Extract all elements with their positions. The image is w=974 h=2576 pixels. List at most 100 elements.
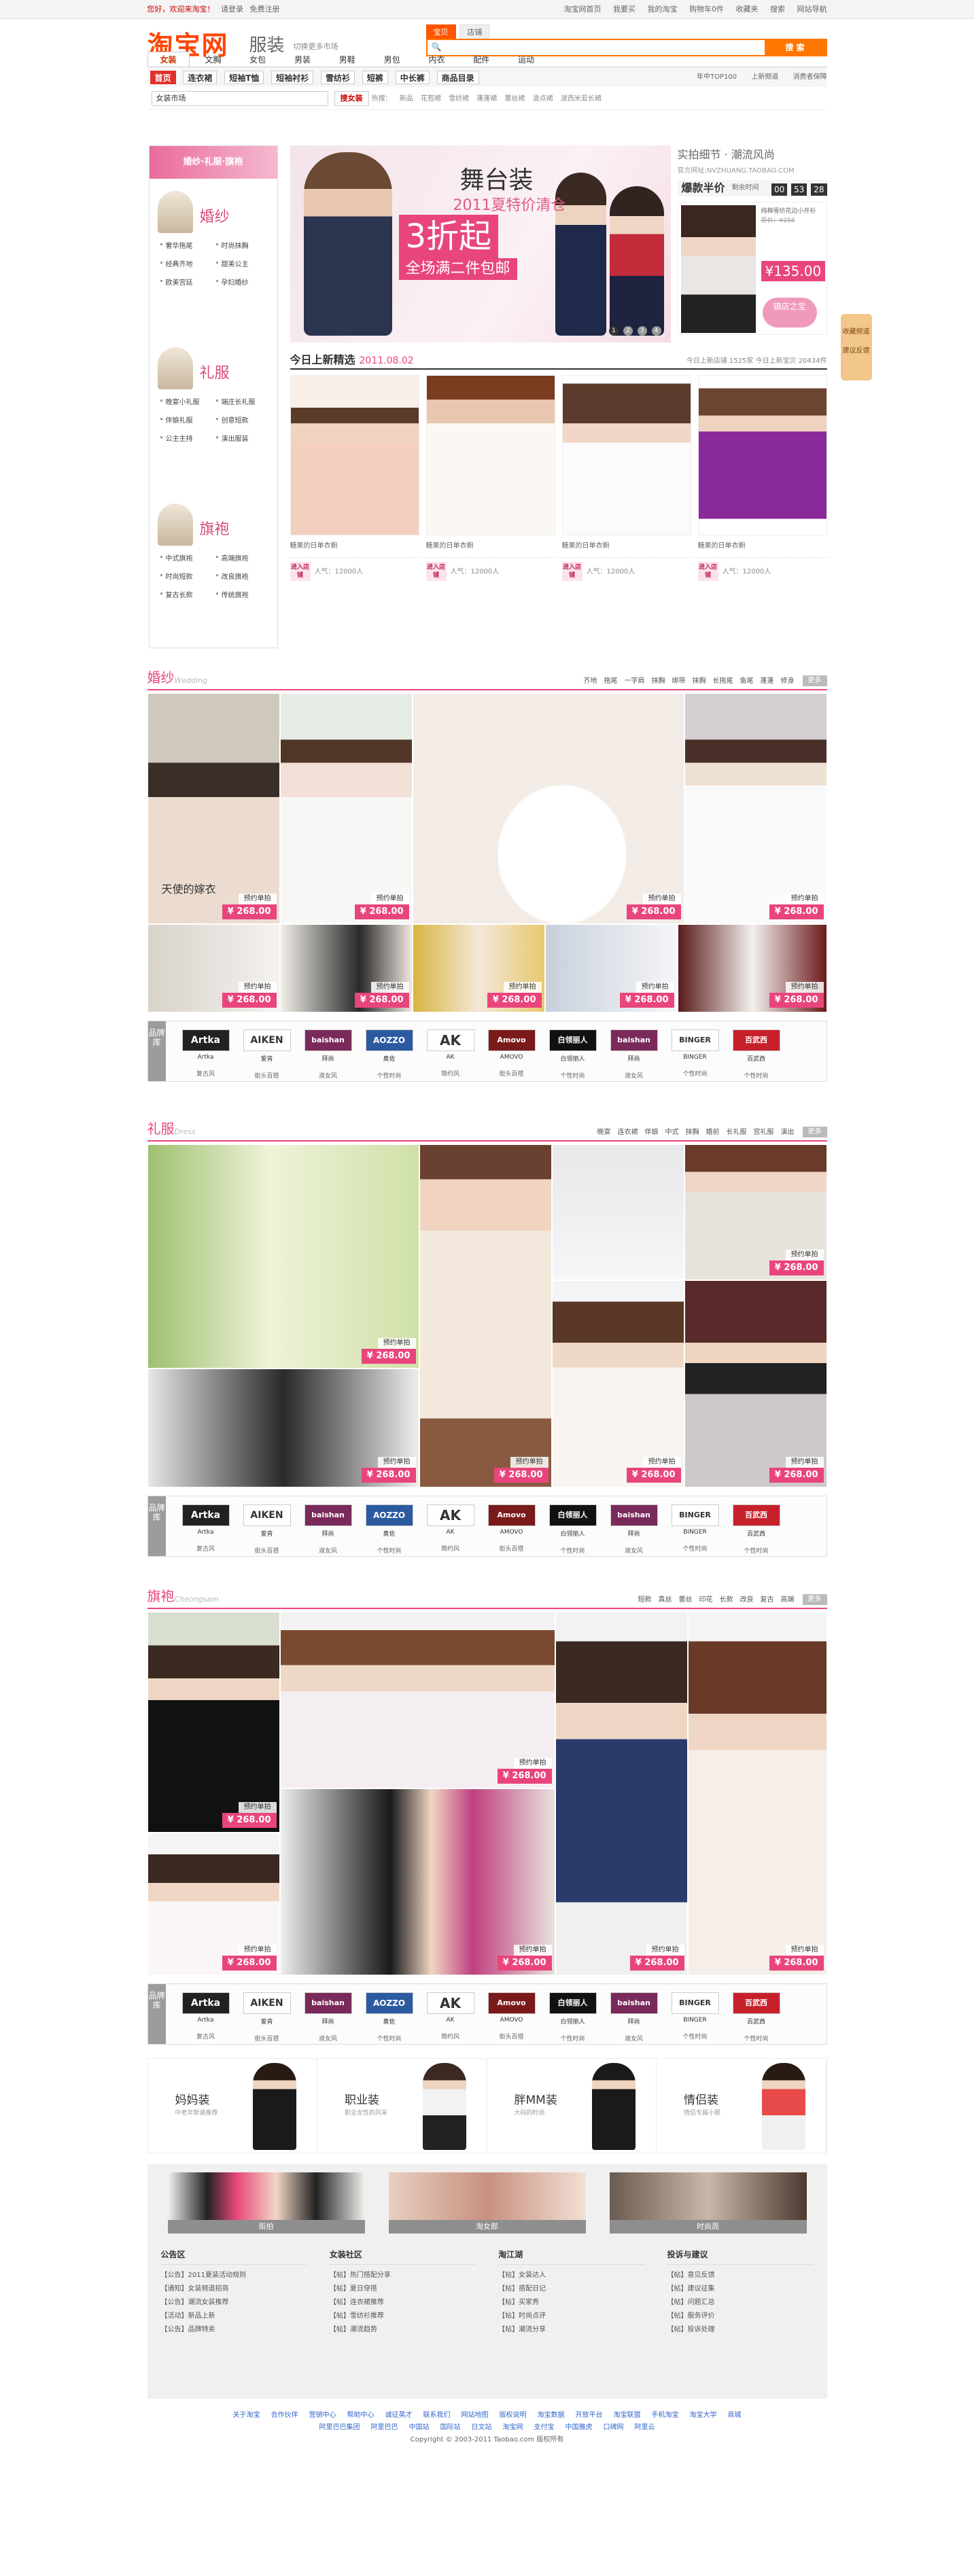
cat-shirt[interactable]: 短袖衬衫 bbox=[271, 71, 314, 84]
section-link[interactable]: 绑带 bbox=[672, 677, 686, 685]
sidebar-link[interactable]: 时尚短款 bbox=[160, 571, 216, 581]
footer-link[interactable]: 淘宝联盟 bbox=[614, 2412, 641, 2419]
section-link[interactable]: 拖尾 bbox=[604, 677, 618, 685]
banner-page[interactable]: 3 bbox=[637, 326, 647, 336]
sidebar-link[interactable]: 公主主持 bbox=[160, 433, 216, 443]
featured-item[interactable]: 纯棉雪纺花边小开衫 原价：¥258 ¥135.00 镇店之宝 bbox=[677, 202, 827, 335]
section-link[interactable]: 改良 bbox=[740, 1596, 754, 1604]
product-tile[interactable]: 预约单拍 ¥ 268.00 bbox=[555, 1612, 688, 1975]
hot-item[interactable]: 波点裙 bbox=[533, 95, 553, 103]
subnav-men[interactable]: 男装 bbox=[281, 52, 324, 67]
product-tile[interactable]: 预约单拍 ¥ 268.00 bbox=[147, 1369, 419, 1487]
footer-link[interactable]: 阿里云 bbox=[635, 2424, 655, 2431]
sidebar-link[interactable]: 中式旗袍 bbox=[160, 552, 216, 563]
product-tile[interactable]: 预约单拍 ¥ 268.00 bbox=[279, 1788, 555, 1975]
section-link[interactable]: 宫礼服 bbox=[754, 1129, 774, 1136]
footer-link[interactable]: 阿里巴巴集团 bbox=[319, 2424, 360, 2431]
cat-chiffon[interactable]: 雪纺衫 bbox=[321, 71, 355, 84]
style-card[interactable]: 职业装 职业女性的风采 bbox=[317, 2059, 487, 2153]
section-link[interactable]: 长款 bbox=[720, 1596, 733, 1604]
login-link[interactable]: 请登录 bbox=[221, 5, 243, 14]
section-link[interactable]: 蓬蓬 bbox=[761, 677, 774, 685]
sidebar-link[interactable]: 时尚抹胸 bbox=[215, 240, 272, 250]
enter-shop-button[interactable]: 进入店铺 bbox=[561, 562, 582, 581]
section-link[interactable]: 晚宴 bbox=[597, 1129, 611, 1136]
footer-link[interactable]: 网站地图 bbox=[462, 2412, 489, 2419]
section-link[interactable]: 修身 bbox=[781, 677, 795, 685]
board-link[interactable]: 【帖】投诉处理 bbox=[667, 2323, 813, 2337]
brand-item[interactable]: 百武西 百武西 个性时尚 bbox=[726, 1992, 787, 2043]
product-tile[interactable]: 预约单拍 ¥ 268.00 bbox=[147, 1144, 419, 1369]
style-card[interactable]: 妈妈装 中老年新装推荐 bbox=[147, 2059, 317, 2153]
hot-item[interactable]: 花苞裙 bbox=[421, 95, 441, 103]
new-item[interactable]: 糖果的日单衣橱 进入店铺 人气：12000人 bbox=[697, 375, 827, 581]
footer-link[interactable]: 关于淘宝 bbox=[233, 2412, 260, 2419]
subnav-women[interactable]: 女装 bbox=[147, 52, 190, 67]
hot-item[interactable]: 雪纺裙 bbox=[449, 95, 469, 103]
section-link[interactable]: 抹胸 bbox=[652, 677, 665, 685]
toplink-cart[interactable]: 购物车0件 bbox=[689, 5, 724, 14]
product-tile[interactable]: 预约单拍 ¥ 268.00 bbox=[147, 1612, 280, 1833]
enter-shop-button[interactable]: 进入店铺 bbox=[425, 562, 447, 581]
brand-item[interactable]: AIKEN 爱肯 街头百搭 bbox=[237, 1029, 298, 1080]
footer-link[interactable]: 中国雅虎 bbox=[566, 2424, 593, 2431]
section-link[interactable]: 抹胸 bbox=[686, 1129, 699, 1136]
brand-item[interactable]: baishan 拜尚 淑女风 bbox=[604, 1029, 665, 1080]
side-float-tag[interactable]: 收藏频道 建议反馈 bbox=[840, 314, 872, 381]
section-link[interactable]: 演出 bbox=[781, 1129, 795, 1136]
brand-item[interactable]: baishan 拜尚 淑女风 bbox=[604, 1992, 665, 2043]
footer-link[interactable]: 诚征英才 bbox=[385, 2412, 413, 2419]
subnav-bag[interactable]: 女包 bbox=[237, 52, 279, 67]
board-link[interactable]: 【公告】2011夏装活动规则 bbox=[161, 2269, 307, 2282]
promo-banner[interactable]: 舞台装 2011夏特价清仓 3折起 全场满二件包邮 1 2 3 4 bbox=[290, 145, 671, 342]
product-tile[interactable]: 预约单拍 ¥ 268.00 bbox=[419, 1144, 552, 1487]
hot-item[interactable]: 波西米亚长裙 bbox=[561, 95, 602, 103]
more-button[interactable]: 更多 bbox=[802, 1594, 827, 1605]
product-tile[interactable]: 预约单拍 ¥ 268.00 bbox=[677, 924, 827, 1012]
brand-item[interactable]: Artka Artka 复古风 bbox=[175, 1029, 237, 1080]
section-link[interactable]: 齐地 bbox=[584, 677, 597, 685]
cat-shorts[interactable]: 短裤 bbox=[362, 71, 388, 84]
section-link[interactable]: 短款 bbox=[638, 1596, 652, 1604]
section-link[interactable]: 印花 bbox=[699, 1596, 713, 1604]
banner-page[interactable]: 2 bbox=[623, 326, 633, 336]
product-tile[interactable]: 预约单拍 ¥ 268.00 bbox=[147, 1833, 280, 1975]
brand-item[interactable]: 白领丽人 白领丽人 个性时尚 bbox=[542, 1992, 604, 2043]
toplink-search[interactable]: 搜索 bbox=[770, 5, 785, 14]
section-link[interactable]: 长拖尾 bbox=[713, 677, 733, 685]
register-link[interactable]: 免费注册 bbox=[250, 5, 280, 14]
footer-link[interactable]: 国际站 bbox=[440, 2424, 461, 2431]
cat-right-new[interactable]: 上新频道 bbox=[751, 73, 778, 81]
hot-item[interactable]: 蕾丝裙 bbox=[504, 95, 525, 103]
product-tile[interactable]: 预约单拍 ¥ 268.00 bbox=[551, 1280, 684, 1487]
toplink-buy[interactable]: 我要买 bbox=[613, 5, 636, 14]
market-select[interactable]: 女装市场 bbox=[151, 91, 328, 106]
banner-page[interactable]: 4 bbox=[651, 326, 661, 336]
footer-link[interactable]: 商城 bbox=[728, 2412, 742, 2419]
footer-link[interactable]: 淘宝网 bbox=[503, 2424, 523, 2431]
shop-treasure-button[interactable]: 镇店之宝 bbox=[762, 298, 817, 328]
sidebar-link[interactable]: 改良旗袍 bbox=[215, 571, 272, 581]
sidebar-link[interactable]: 创意短款 bbox=[215, 414, 272, 425]
more-button[interactable]: 更多 bbox=[802, 1127, 827, 1137]
board-link[interactable]: 【帖】夏日穿搭 bbox=[330, 2282, 476, 2296]
brand-item[interactable]: BINGER BINGER 个性时尚 bbox=[665, 1029, 726, 1080]
footer-link[interactable]: 营销中心 bbox=[309, 2412, 336, 2419]
brand-item[interactable]: baishan 拜尚 淑女风 bbox=[298, 1029, 359, 1080]
footer-link[interactable]: 帮助中心 bbox=[347, 2412, 375, 2419]
board-link[interactable]: 【帖】热门搭配分享 bbox=[330, 2269, 476, 2282]
board-link[interactable]: 【帖】服务评价 bbox=[667, 2310, 813, 2323]
board-link[interactable]: 【帖】意见反馈 bbox=[667, 2269, 813, 2282]
cat-right-top100[interactable]: 年中TOP100 bbox=[697, 73, 737, 81]
footer-link[interactable]: 日文站 bbox=[472, 2424, 492, 2431]
banner-page[interactable]: 1 bbox=[609, 326, 619, 336]
product-tile[interactable]: 预约单拍 ¥ 268.00 bbox=[279, 1612, 555, 1788]
footer-link[interactable]: 合作伙伴 bbox=[271, 2412, 298, 2419]
footer-link[interactable]: 联系我们 bbox=[423, 2412, 451, 2419]
sidebar-link[interactable]: 欧美宫廷 bbox=[160, 277, 216, 287]
sidebar-link[interactable]: 经典齐地 bbox=[160, 258, 216, 268]
board-link[interactable]: 【帖】潮流分享 bbox=[498, 2323, 644, 2337]
brand-item[interactable]: baishan 拜尚 淑女风 bbox=[298, 1992, 359, 2043]
subnav-menbag[interactable]: 男包 bbox=[371, 52, 413, 67]
board-link[interactable]: 【帖】搭配日记 bbox=[498, 2282, 644, 2296]
